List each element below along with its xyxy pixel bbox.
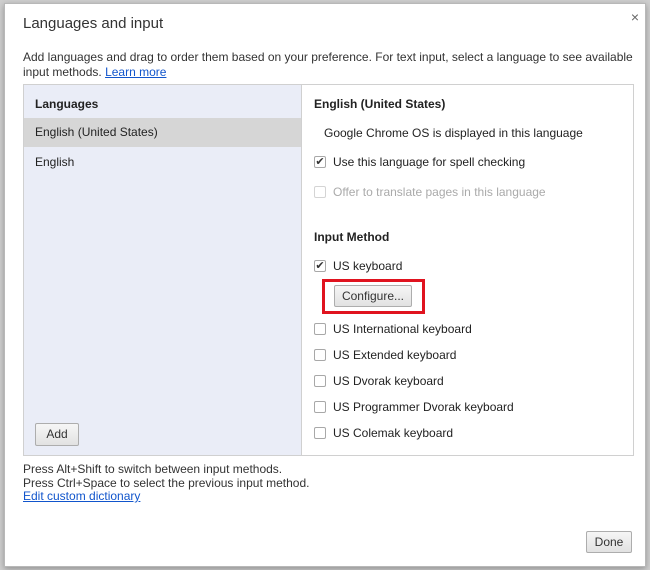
language-item-english-us[interactable]: English (United States) bbox=[24, 118, 301, 147]
checkbox-icon bbox=[314, 401, 326, 413]
language-item-english[interactable]: English bbox=[24, 148, 301, 177]
checkbox-label: US keyboard bbox=[333, 259, 403, 273]
us-dvorak-checkbox[interactable]: US Dvorak keyboard bbox=[314, 374, 444, 388]
check-icon: ✔ bbox=[314, 260, 326, 272]
dialog-title: Languages and input bbox=[23, 15, 164, 32]
spell-check-checkbox[interactable]: ✔ Use this language for spell checking bbox=[314, 155, 525, 169]
checkbox-label: Use this language for spell checking bbox=[333, 155, 526, 169]
detail-title: English (United States) bbox=[314, 97, 446, 111]
check-icon: ✔ bbox=[314, 156, 326, 168]
checkbox-icon bbox=[314, 375, 326, 387]
shortcut-hint-2: Press Ctrl+Space to select the previous … bbox=[23, 475, 310, 490]
checkbox-label: US International keyboard bbox=[333, 322, 472, 336]
close-icon[interactable]: × bbox=[631, 9, 639, 25]
language-details: English (United States) Google Chrome OS… bbox=[303, 85, 633, 455]
checkbox-icon bbox=[314, 186, 326, 198]
done-button[interactable]: Done bbox=[586, 531, 632, 553]
language-list: Languages English (United States) Englis… bbox=[24, 85, 302, 455]
languages-header: Languages bbox=[35, 97, 99, 111]
display-note: Google Chrome OS is displayed in this la… bbox=[324, 126, 583, 140]
us-extended-checkbox[interactable]: US Extended keyboard bbox=[314, 348, 456, 362]
learn-more-link[interactable]: Learn more bbox=[105, 65, 166, 79]
checkbox-label: US Programmer Dvorak keyboard bbox=[333, 400, 514, 414]
input-method-header: Input Method bbox=[314, 230, 390, 244]
checkbox-label: US Dvorak keyboard bbox=[333, 374, 444, 388]
footer-notes: Press Alt+Shift to switch between input … bbox=[23, 462, 310, 504]
checkbox-label: Offer to translate pages in this languag… bbox=[333, 185, 546, 199]
us-keyboard-checkbox[interactable]: ✔ US keyboard bbox=[314, 259, 402, 273]
checkbox-icon bbox=[314, 427, 326, 439]
languages-dialog: Languages and input × Add languages and … bbox=[4, 3, 646, 567]
us-programmer-dvorak-checkbox[interactable]: US Programmer Dvorak keyboard bbox=[314, 400, 514, 414]
us-international-checkbox[interactable]: US International keyboard bbox=[314, 322, 472, 336]
configure-button[interactable]: Configure... bbox=[334, 285, 412, 307]
add-button[interactable]: Add bbox=[35, 423, 79, 446]
shortcut-hint-1: Press Alt+Shift to switch between input … bbox=[23, 462, 283, 476]
checkbox-icon bbox=[314, 349, 326, 361]
dialog-description: Add languages and drag to order them bas… bbox=[23, 50, 633, 80]
translate-checkbox[interactable]: Offer to translate pages in this languag… bbox=[314, 185, 546, 199]
checkbox-label: US Colemak keyboard bbox=[333, 426, 454, 440]
languages-panel: Languages English (United States) Englis… bbox=[23, 84, 634, 456]
checkbox-label: US Extended keyboard bbox=[333, 348, 457, 362]
us-colemak-checkbox[interactable]: US Colemak keyboard bbox=[314, 426, 453, 440]
checkbox-icon bbox=[314, 323, 326, 335]
edit-dictionary-link[interactable]: Edit custom dictionary bbox=[23, 489, 140, 503]
